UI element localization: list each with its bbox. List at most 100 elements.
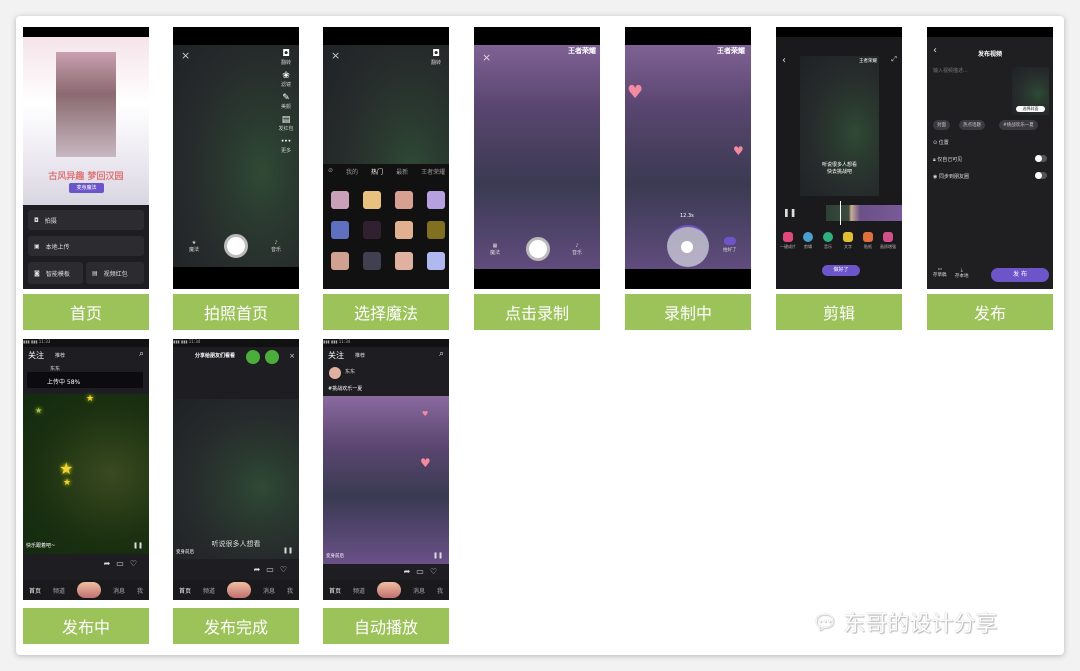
close-icon[interactable]: × — [331, 49, 340, 62]
tab-recommend[interactable]: 推荐 — [355, 352, 365, 359]
tab-follow[interactable]: 关注 — [328, 350, 344, 361]
fullscreen-icon[interactable]: ⤢ — [891, 55, 897, 64]
logo: 王者荣耀 — [568, 47, 596, 55]
create-button[interactable] — [226, 582, 251, 598]
avatar[interactable] — [329, 367, 341, 379]
back-icon[interactable]: ‹ — [782, 55, 786, 66]
create-button[interactable] — [376, 582, 401, 598]
cover-thumbnail[interactable]: 选择封面 — [1012, 67, 1049, 115]
nav-home[interactable]: 首页 — [329, 586, 341, 595]
step-label: 首页 — [23, 294, 149, 330]
magic-item[interactable] — [395, 221, 413, 239]
filter-button[interactable]: ❀ 滤镜 — [277, 71, 295, 88]
done-button[interactable]: 做好了 — [822, 265, 860, 276]
more-button[interactable]: ··· 更多 — [277, 137, 295, 154]
playhead[interactable] — [840, 201, 841, 225]
action-icons[interactable]: ➦▭♡ — [404, 567, 443, 576]
nav-messages[interactable]: 消息 — [113, 586, 125, 595]
nav-messages[interactable]: 消息 — [263, 586, 275, 595]
hashtag[interactable]: #挑战欢乐一夏 — [328, 385, 362, 392]
private-toggle[interactable] — [1035, 155, 1047, 162]
record-button[interactable] — [667, 225, 709, 267]
magic-item[interactable] — [395, 191, 413, 209]
magic-button[interactable]: ▦ 魔法 — [490, 243, 500, 256]
draft-button[interactable]: ▭ 存草稿 — [933, 267, 947, 278]
topic-tag: 快乐跟着吧~ — [26, 543, 56, 549]
username: 东东 — [50, 366, 61, 372]
redpacket-button[interactable]: ▤ 发红包 — [277, 115, 295, 132]
tag-cover[interactable]: 封面 — [933, 120, 950, 130]
tab-hot[interactable]: 热门 — [371, 167, 383, 176]
tool-music[interactable]: 音乐 — [820, 232, 836, 250]
camera-icon: ◘ — [282, 49, 290, 59]
shutter-button[interactable] — [526, 237, 550, 261]
pause-icon[interactable]: ❚❚ — [133, 542, 143, 549]
close-icon[interactable]: × — [289, 352, 295, 360]
tab-mine[interactable]: 我的 — [346, 167, 358, 176]
nav-channel[interactable]: 频道 — [353, 586, 365, 595]
search-icon[interactable]: ⌕ — [139, 349, 144, 359]
tag-hot[interactable]: 热点话题 — [959, 120, 985, 130]
tab-new[interactable]: 最新 — [396, 167, 408, 176]
tab-wzry[interactable]: 王者荣耀 — [421, 167, 445, 176]
nav-me[interactable]: 我 — [437, 586, 443, 595]
menu-upload[interactable]: ▣ 本地上传 — [28, 236, 144, 256]
close-icon[interactable]: × — [482, 51, 491, 64]
tab-follow[interactable]: 关注 — [28, 350, 44, 361]
menu-redpacket[interactable]: ▤ 视频红包 — [86, 262, 144, 284]
magic-item[interactable] — [363, 252, 381, 270]
action-icons[interactable]: ➦▭♡ — [104, 559, 143, 568]
action-icons[interactable]: ➦▭♡ — [254, 565, 293, 574]
upload-toast: 上传中 58% — [27, 372, 143, 388]
magic-item[interactable] — [427, 252, 445, 270]
done-button[interactable]: 拍好了 — [723, 237, 737, 253]
moments-share-button[interactable] — [265, 350, 279, 364]
nav-messages[interactable]: 消息 — [413, 586, 425, 595]
flip-button[interactable]: ◘ 翻转 — [277, 49, 295, 66]
music-button[interactable]: ♪ 音乐 — [572, 243, 582, 256]
nav-me[interactable]: 我 — [287, 586, 293, 595]
nav-home[interactable]: 首页 — [29, 586, 41, 595]
tab-recommend[interactable]: 推荐 — [55, 352, 65, 359]
shutter-button[interactable] — [224, 234, 248, 258]
nav-me[interactable]: 我 — [137, 586, 143, 595]
menu-template[interactable]: ◙ 智能模板 — [28, 262, 83, 284]
create-button[interactable] — [76, 582, 101, 598]
beauty-button[interactable]: ✎ 美颜 — [277, 93, 295, 110]
magic-item[interactable] — [331, 252, 349, 270]
tool-oneclick[interactable]: 一键成片 — [780, 232, 796, 250]
description-input[interactable]: 输入视频描述... — [933, 67, 968, 74]
flip-button[interactable]: ◘ 翻转 — [427, 49, 445, 66]
tool-text[interactable]: 文字 — [840, 232, 856, 250]
magic-item[interactable] — [395, 252, 413, 270]
banner-button[interactable]: 变身魔法 — [69, 183, 104, 193]
wechat-share-button[interactable] — [246, 350, 260, 364]
tool-cut[interactable]: 剪辑 — [800, 232, 816, 250]
magic-item[interactable] — [363, 191, 381, 209]
tool-enhance[interactable]: 画质增强 — [880, 232, 896, 250]
pause-icon[interactable]: ❚❚ — [433, 552, 443, 559]
magic-button[interactable]: ★ 魔法 — [189, 240, 199, 253]
magic-item[interactable] — [363, 221, 381, 239]
sync-toggle[interactable] — [1035, 172, 1047, 179]
magic-item[interactable] — [427, 191, 445, 209]
location-row[interactable]: ⊙ 位置 — [933, 139, 949, 146]
music-button[interactable]: ♪ 音乐 — [271, 240, 281, 253]
pause-icon[interactable]: ❚❚ — [783, 208, 796, 217]
timeline[interactable] — [826, 205, 902, 221]
step-label: 选择魔法 — [323, 294, 449, 330]
tag-hashtag[interactable]: #挑战欢乐一夏 — [999, 120, 1038, 130]
magic-item[interactable] — [331, 221, 349, 239]
menu-shoot[interactable]: ◘ 拍摄 — [28, 210, 144, 230]
publish-button[interactable]: 发 布 — [991, 268, 1049, 282]
tool-sticker[interactable]: 贴纸 — [860, 232, 876, 250]
search-icon[interactable]: ⌕ — [439, 349, 444, 359]
nav-channel[interactable]: 频道 — [53, 586, 65, 595]
pause-icon[interactable]: ❚❚ — [283, 547, 293, 554]
magic-item[interactable] — [427, 221, 445, 239]
nav-channel[interactable]: 频道 — [203, 586, 215, 595]
magic-item[interactable] — [331, 191, 349, 209]
save-local-button[interactable]: ⤓ 存本地 — [955, 267, 969, 279]
close-icon[interactable]: × — [181, 49, 190, 62]
nav-home[interactable]: 首页 — [179, 586, 191, 595]
